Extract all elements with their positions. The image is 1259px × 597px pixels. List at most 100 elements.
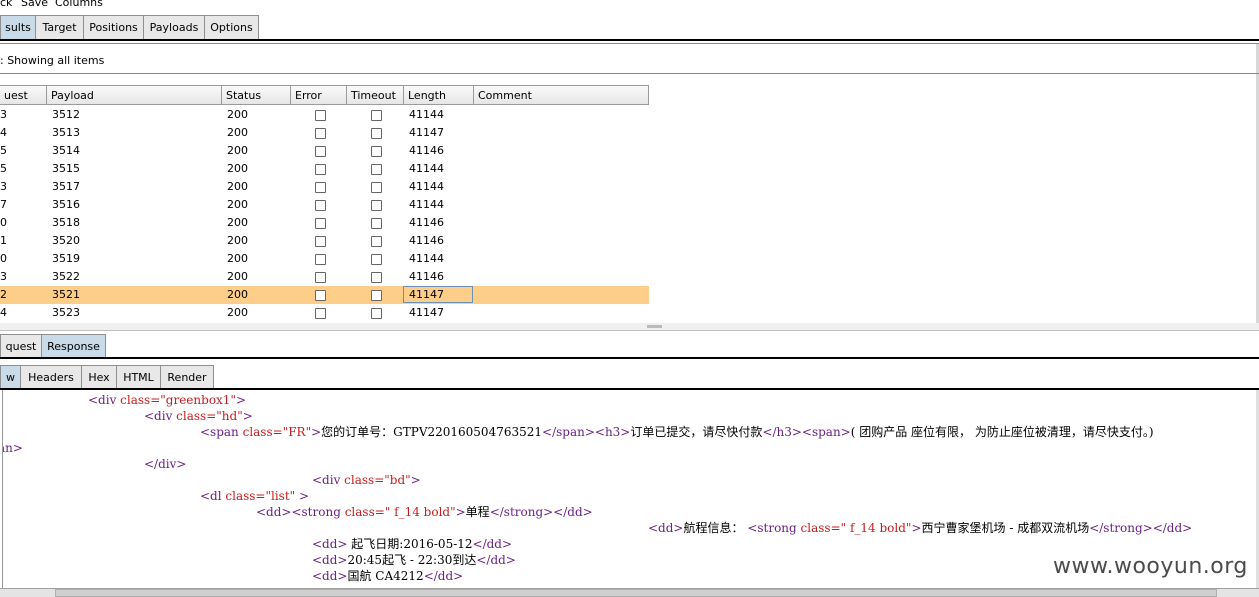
error-checkbox[interactable] xyxy=(315,236,326,247)
cell-payload: 3521 xyxy=(52,288,80,301)
code-text: 航程信息： xyxy=(683,521,748,535)
table-row[interactable]: 7 3516 200 41144 xyxy=(0,196,649,214)
code-attr-name: class= xyxy=(176,409,217,423)
cell-length: 41146 xyxy=(409,144,444,157)
code-attr-name: class= xyxy=(225,489,266,503)
divider xyxy=(0,388,1259,390)
error-checkbox[interactable] xyxy=(315,218,326,229)
code-tag: </dd> xyxy=(472,537,513,551)
code-line: <dd> 起飞日期:2016-05-12</dd> xyxy=(312,536,512,552)
code-attr-name: class= xyxy=(800,521,841,535)
menu-attack[interactable]: ck xyxy=(0,0,12,9)
tab-headers[interactable]: Headers xyxy=(20,365,82,388)
error-checkbox[interactable] xyxy=(315,128,326,139)
code-tag: an> xyxy=(3,441,23,455)
cell-payload: 3523 xyxy=(52,306,80,319)
timeout-checkbox[interactable] xyxy=(371,218,382,229)
table-row[interactable]: 5 3514 200 41146 xyxy=(0,142,649,160)
cell-payload: 3518 xyxy=(52,216,80,229)
timeout-checkbox[interactable] xyxy=(371,200,382,211)
cell-length: 41144 xyxy=(409,198,444,211)
col-status[interactable]: Status xyxy=(222,86,291,105)
code-text: 订单已提交，请尽快付款 xyxy=(630,425,763,439)
timeout-checkbox[interactable] xyxy=(371,128,382,139)
table-row[interactable]: 2 3521 200 41147 xyxy=(0,286,649,304)
divider xyxy=(0,39,1259,41)
table-row[interactable]: 0 3518 200 41146 xyxy=(0,214,649,232)
col-comment[interactable]: Comment xyxy=(474,86,649,105)
cell-payload: 3520 xyxy=(52,234,80,247)
table-row[interactable]: 3 3522 200 41146 xyxy=(0,268,649,286)
col-timeout[interactable]: Timeout xyxy=(347,86,404,105)
col-payload[interactable]: Payload xyxy=(47,86,222,105)
error-checkbox[interactable] xyxy=(315,182,326,193)
cell-length: 41147 xyxy=(409,126,444,139)
table-row[interactable]: 0 3519 200 41144 xyxy=(0,250,649,268)
code-tag: > xyxy=(295,489,310,503)
col-error[interactable]: Error xyxy=(291,86,347,105)
tab-results[interactable]: sults xyxy=(0,15,36,39)
code-text: 20:45起飞 - 22:30到达 xyxy=(347,553,477,567)
tab-response[interactable]: Response xyxy=(41,334,106,358)
timeout-checkbox[interactable] xyxy=(371,272,382,283)
error-checkbox[interactable] xyxy=(315,272,326,283)
code-text: 您的订单号：GTPV220160504763521 xyxy=(321,425,543,439)
code-tag: > xyxy=(911,521,922,535)
timeout-checkbox[interactable] xyxy=(371,254,382,265)
splitter-grip[interactable] xyxy=(647,325,662,328)
timeout-checkbox[interactable] xyxy=(371,308,382,319)
filter-bar[interactable]: : Showing all items xyxy=(0,53,104,69)
pane-splitter[interactable] xyxy=(0,323,1259,331)
code-tag: <div xyxy=(144,409,177,423)
timeout-checkbox[interactable] xyxy=(371,110,382,121)
cell-length: 41144 xyxy=(409,108,444,121)
tab-request[interactable]: quest xyxy=(0,334,42,358)
table-row[interactable]: 4 3523 200 41147 xyxy=(0,304,649,322)
cell-status: 200 xyxy=(227,270,248,283)
code-line: <dd>20:45起飞 - 22:30到达</dd> xyxy=(312,552,516,568)
timeout-checkbox[interactable] xyxy=(371,236,382,247)
code-tag: </span><h3> xyxy=(542,425,631,439)
code-tag: > xyxy=(242,409,253,423)
timeout-checkbox[interactable] xyxy=(371,164,382,175)
code-tag: </h3><span> xyxy=(762,425,851,439)
table-row[interactable]: 3 3517 200 41144 xyxy=(0,178,649,196)
error-checkbox[interactable] xyxy=(315,290,326,301)
error-checkbox[interactable] xyxy=(315,254,326,265)
tab-options[interactable]: Options xyxy=(204,15,259,39)
tab-payloads[interactable]: Payloads xyxy=(143,15,205,39)
code-tag: <dd> xyxy=(312,553,348,567)
table-row[interactable]: 3 3512 200 41144 xyxy=(0,106,649,124)
table-row[interactable]: 5 3515 200 41144 xyxy=(0,160,649,178)
tab-raw[interactable]: w xyxy=(0,365,21,388)
menu-save[interactable]: Save xyxy=(21,0,48,9)
table-row[interactable]: 1 3520 200 41146 xyxy=(0,232,649,250)
timeout-checkbox[interactable] xyxy=(371,290,382,301)
tab-html[interactable]: HTML xyxy=(116,365,161,388)
col-request[interactable]: uest xyxy=(0,86,47,105)
timeout-checkbox[interactable] xyxy=(371,182,382,193)
error-checkbox[interactable] xyxy=(315,308,326,319)
tab-target[interactable]: Target xyxy=(35,15,84,39)
table-row[interactable]: 4 3513 200 41147 xyxy=(0,124,649,142)
cell-status: 200 xyxy=(227,108,248,121)
error-checkbox[interactable] xyxy=(315,110,326,121)
cell-length: 41144 xyxy=(409,180,444,193)
error-checkbox[interactable] xyxy=(315,164,326,175)
tab-hex[interactable]: Hex xyxy=(81,365,117,388)
error-checkbox[interactable] xyxy=(315,146,326,157)
code-text: 起飞日期:2016-05-12 xyxy=(347,537,473,551)
code-attr-value: "list" xyxy=(265,489,296,503)
cell-payload: 3522 xyxy=(52,270,80,283)
cell-payload: 3515 xyxy=(52,162,80,175)
code-attr-name: class= xyxy=(344,505,385,519)
error-checkbox[interactable] xyxy=(315,200,326,211)
code-attr-value: " f_14 bold" xyxy=(384,505,456,519)
timeout-checkbox[interactable] xyxy=(371,146,382,157)
col-length[interactable]: Length xyxy=(404,86,474,105)
menu-columns[interactable]: Columns xyxy=(55,0,103,9)
code-line: <div class="bd"> xyxy=(312,472,421,488)
tab-render[interactable]: Render xyxy=(160,365,214,388)
divider xyxy=(0,43,1259,44)
tab-positions[interactable]: Positions xyxy=(83,15,144,39)
